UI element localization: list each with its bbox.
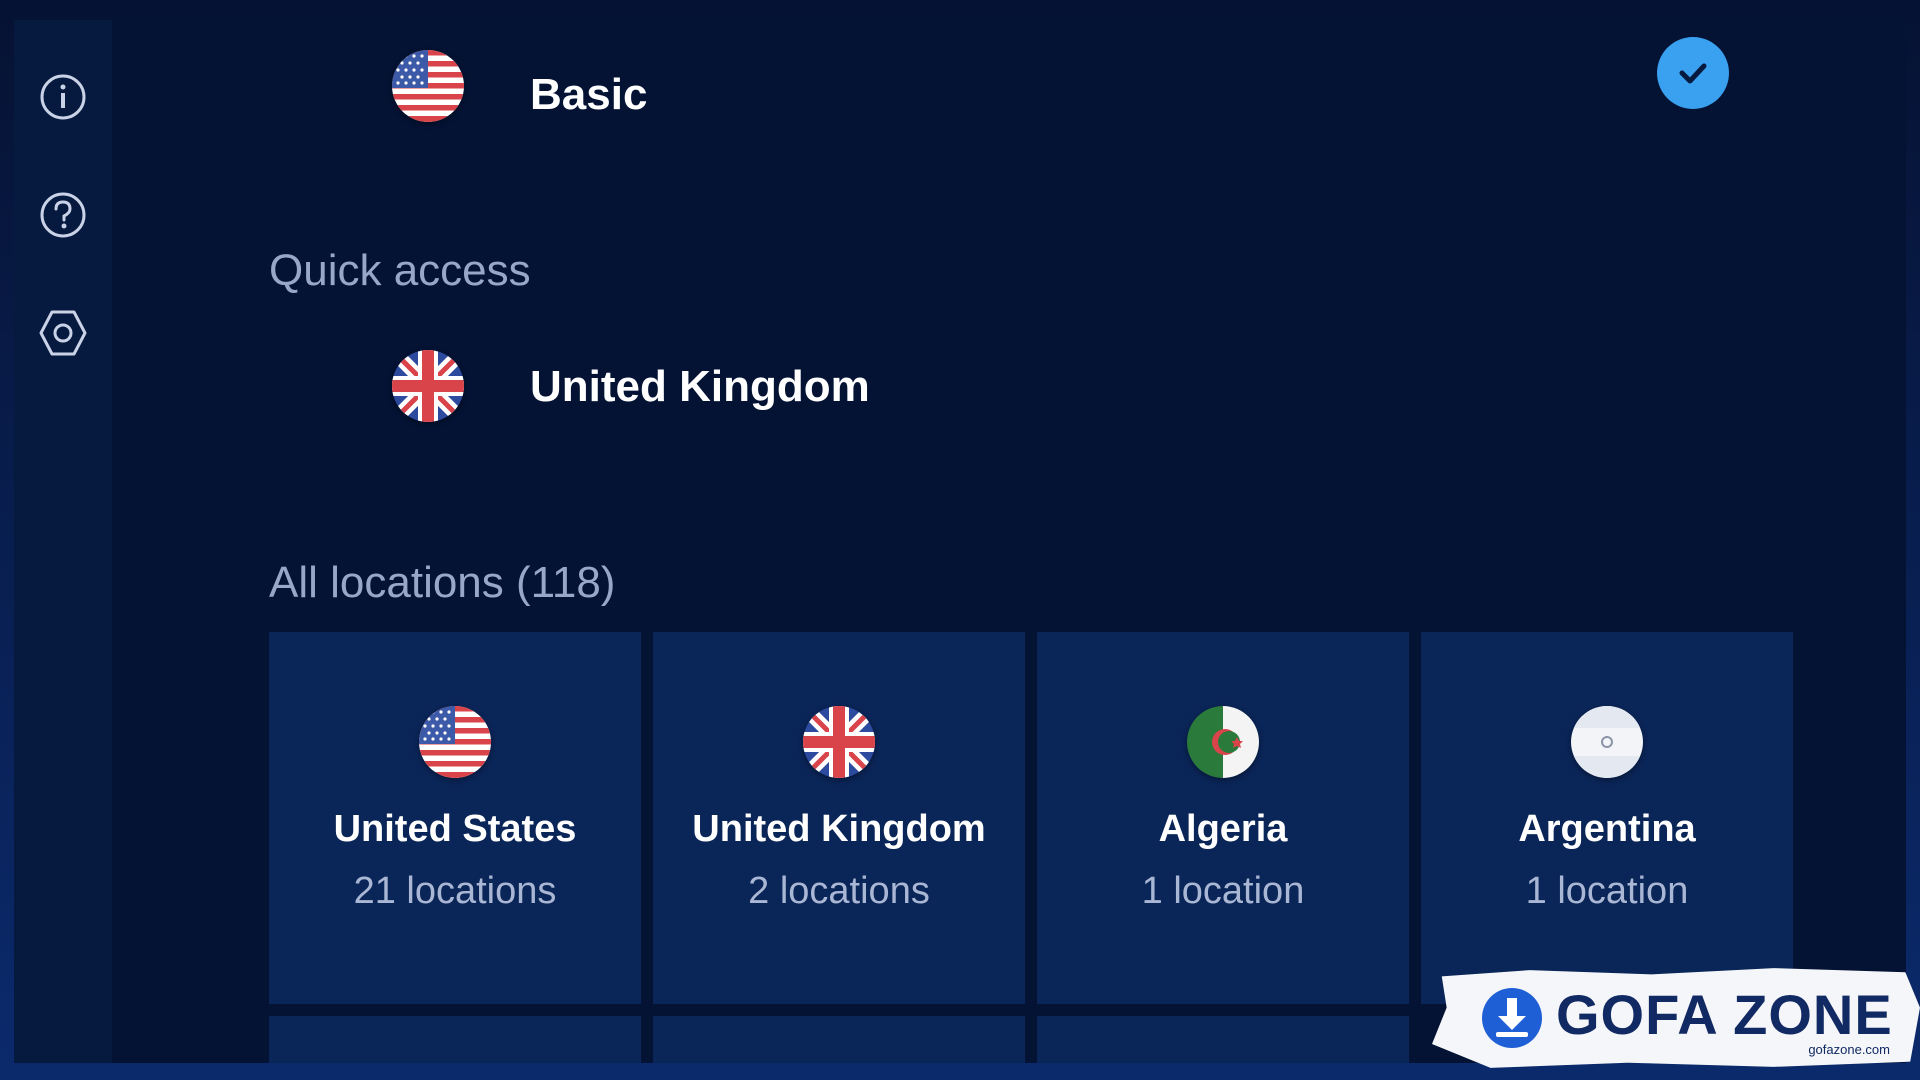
quick-access-item-label: United Kingdom: [530, 362, 870, 411]
quick-access-item[interactable]: United Kingdom: [302, 350, 1772, 440]
selected-check-button[interactable]: [1657, 37, 1729, 109]
settings-button[interactable]: [34, 304, 92, 362]
location-card-partial[interactable]: [653, 1016, 1025, 1063]
ar-flag-icon: [1571, 706, 1643, 778]
location-count: 2 locations: [748, 870, 930, 912]
main-panel: Basic Quick access United Kingdom All lo…: [112, 20, 1906, 1063]
uk-flag-icon: [803, 706, 875, 778]
watermark-brand: GOFA ZONE: [1556, 983, 1893, 1046]
location-count: 1 location: [1141, 870, 1305, 912]
location-card-algeria[interactable]: Algeria 1 location: [1037, 632, 1409, 1004]
location-name: Algeria: [1158, 808, 1288, 850]
settings-icon: [39, 310, 87, 356]
location-card-argentina[interactable]: Argentina 1 location: [1421, 632, 1793, 1004]
location-count: 21 locations: [353, 870, 557, 912]
profile-label: Basic: [530, 70, 648, 119]
location-name: Argentina: [1518, 808, 1696, 850]
watermark-site: gofazone.com: [1808, 1042, 1890, 1057]
watermark-badge: GOFA ZONE gofazone.com: [1432, 968, 1920, 1068]
check-icon: [1679, 63, 1707, 84]
vpn-app-window: Basic Quick access United Kingdom All lo…: [14, 20, 1906, 1063]
screen-frame: Basic Quick access United Kingdom All lo…: [0, 0, 1920, 1080]
location-card-united-states[interactable]: United States 21 locations: [269, 632, 641, 1004]
info-icon: [40, 74, 86, 120]
help-button[interactable]: [34, 186, 92, 244]
location-name: United Kingdom: [692, 808, 986, 850]
all-locations-title: All locations (118): [269, 558, 616, 607]
location-card-partial[interactable]: [1037, 1016, 1409, 1063]
location-name: United States: [333, 808, 577, 850]
dz-flag-icon: [1187, 706, 1259, 778]
profile-row[interactable]: Basic: [302, 34, 1772, 114]
location-card-united-kingdom[interactable]: United Kingdom 2 locations: [653, 632, 1025, 1004]
uk-flag-icon: [392, 350, 464, 422]
download-icon: [1482, 988, 1542, 1048]
help-icon: [40, 192, 86, 238]
location-count: 1 location: [1525, 870, 1689, 912]
us-flag-icon: [419, 706, 491, 778]
location-card-partial[interactable]: [269, 1016, 641, 1063]
sidebar: [14, 20, 112, 1063]
us-flag-icon: [392, 50, 464, 122]
quick-access-title: Quick access: [269, 246, 531, 295]
info-button[interactable]: [34, 68, 92, 126]
